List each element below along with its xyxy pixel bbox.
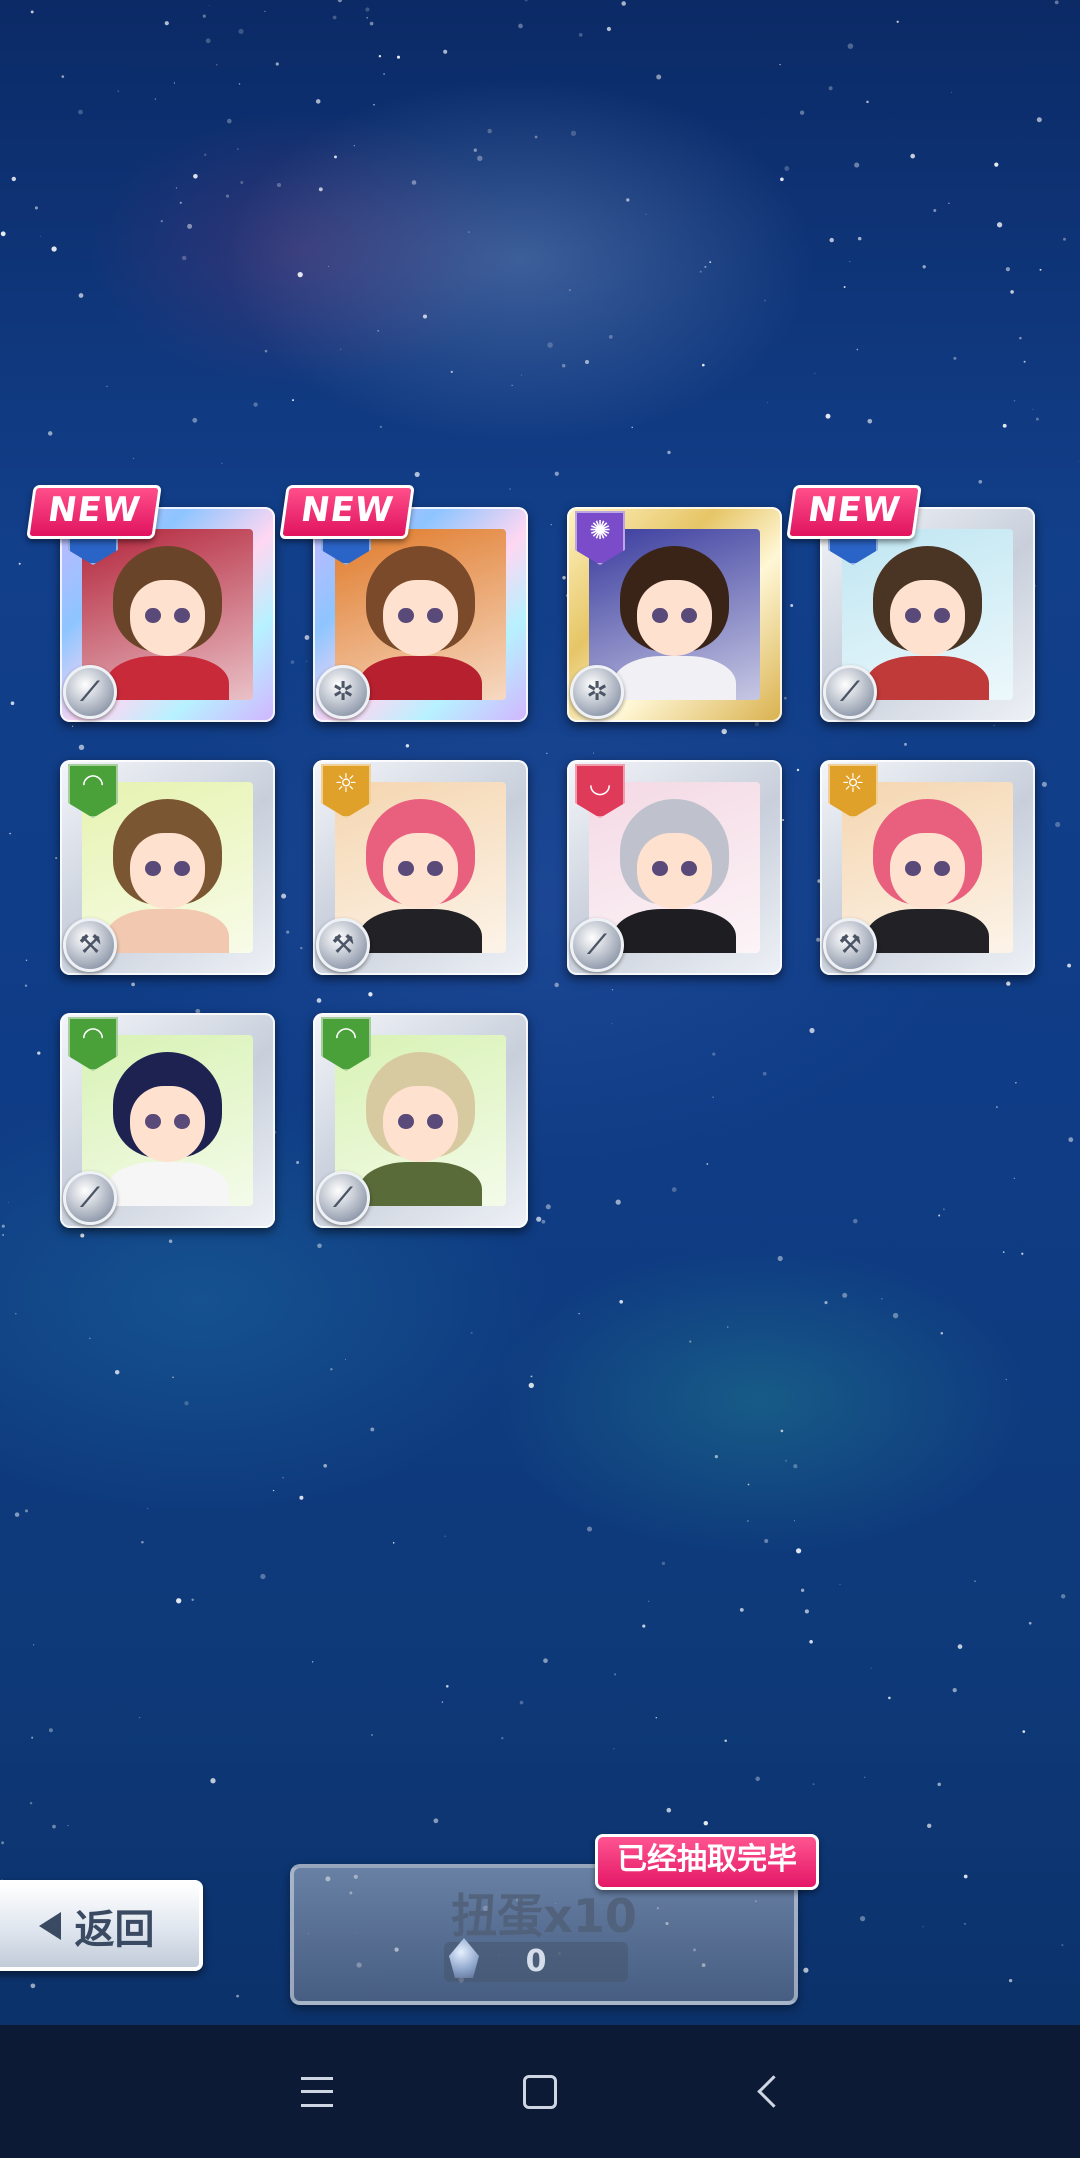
hammer-icon: ⚒: [63, 918, 117, 972]
back-button[interactable]: 返回: [0, 1880, 203, 1971]
gear-icon: ✲: [316, 665, 370, 719]
idol-card[interactable]: ◠ ⟋: [313, 1013, 528, 1228]
menu-key[interactable]: [257, 2025, 377, 2158]
wrench-icon: ⟋: [316, 1171, 370, 1225]
gear-icon: ✲: [570, 665, 624, 719]
new-badge: NEW: [279, 485, 415, 539]
idol-card[interactable]: ☼ ⚒: [820, 760, 1035, 975]
system-nav-bar: [0, 2025, 1080, 2158]
idol-card[interactable]: ✺ ✲: [567, 507, 782, 722]
idol-card[interactable]: ♛⟋NEW: [26, 485, 275, 722]
wrench-icon: ⟋: [823, 665, 877, 719]
idol-card[interactable]: ♛✲NEW: [279, 485, 528, 722]
hammer-icon: ⚒: [316, 918, 370, 972]
back-button-label: 返回: [74, 1906, 155, 1953]
idol-card[interactable]: ◡ ⟋: [567, 760, 782, 975]
home-key[interactable]: [480, 2025, 600, 2158]
gacha-status-banner: 已经抽取完毕: [595, 1834, 819, 1890]
wrench-icon: ⟋: [63, 1171, 117, 1225]
home-icon: [523, 2074, 557, 2109]
menu-icon: [301, 2076, 333, 2107]
back-key[interactable]: [708, 2025, 828, 2158]
back-icon: [756, 2075, 790, 2108]
idol-card[interactable]: ◠ ⟋: [60, 1013, 275, 1228]
hammer-icon: ⚒: [823, 918, 877, 972]
wrench-icon: ⟋: [63, 665, 117, 719]
idol-card[interactable]: ◠ ⚒: [60, 760, 275, 975]
wrench-icon: ⟋: [570, 918, 624, 972]
new-badge: NEW: [26, 485, 162, 539]
idol-card[interactable]: ♛⟋NEW: [786, 485, 1035, 722]
new-badge: NEW: [786, 485, 922, 539]
left-arrow-icon: [38, 1911, 61, 1940]
idol-card[interactable]: ☼ ⚒: [313, 760, 528, 975]
